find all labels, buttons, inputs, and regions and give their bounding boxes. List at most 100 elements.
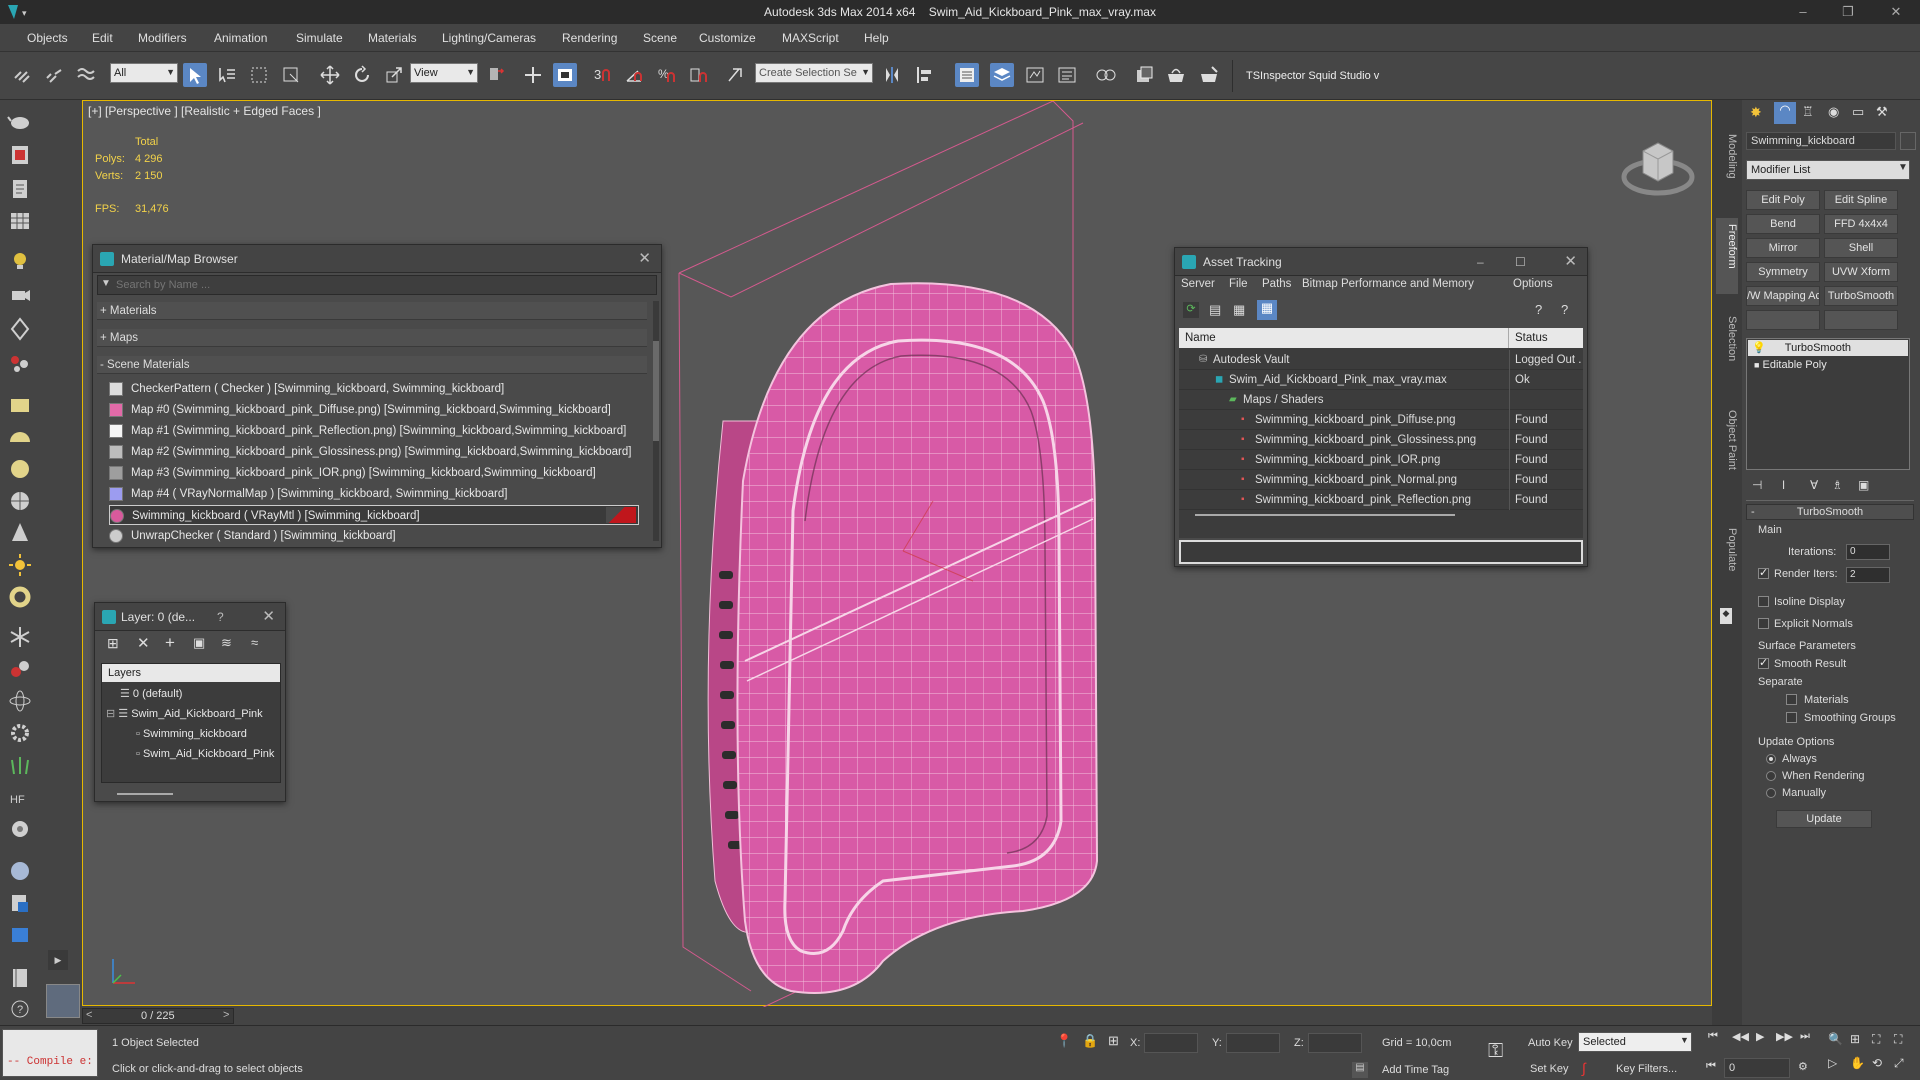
menu-paths[interactable]: Paths [1262, 278, 1291, 290]
viewport-label[interactable]: [+] [Perspective ] [Realistic + Edged Fa… [88, 104, 321, 118]
viewcube-icon[interactable] [1618, 131, 1698, 201]
horizontal-scrollbar[interactable] [1195, 514, 1455, 516]
isoline-display-checkbox[interactable] [1758, 596, 1769, 607]
table-row[interactable]: ▰ Maps / Shaders [1179, 390, 1583, 410]
grass-icon[interactable] [6, 752, 34, 778]
modifier-button-edit-poly[interactable]: Edit Poly [1746, 190, 1820, 210]
layer-object-row[interactable]: ▫ Swimming_kickboard [136, 724, 247, 744]
stack-item-turbosmooth[interactable]: 💡 TurboSmooth [1748, 340, 1908, 356]
list-item[interactable]: CheckerPattern ( Checker ) [Swimming_kic… [109, 379, 639, 399]
utilities-tab-icon[interactable]: ⚒ [1876, 104, 1888, 120]
modifier-button-edit-spline[interactable]: Edit Spline [1824, 190, 1898, 210]
select-manipulate-icon[interactable] [521, 63, 545, 87]
menu-customize[interactable]: Customize [699, 31, 756, 45]
column-header-status[interactable]: Status [1509, 328, 1583, 348]
pan-view-icon[interactable]: ✋ [1850, 1056, 1865, 1070]
update-always-radio[interactable] [1766, 754, 1776, 764]
plane-primitive-icon[interactable] [6, 392, 34, 418]
render-iters-spinner[interactable]: 2 [1846, 567, 1890, 583]
pin-stack-icon[interactable]: ⊣ [1752, 478, 1762, 492]
list-item[interactable]: Map #0 (Swimming_kickboard_pink_Diffuse.… [109, 400, 639, 420]
stack-item-editable-poly[interactable]: ■ Editable Poly [1748, 357, 1908, 373]
time-tag-icon[interactable]: ▤ [1352, 1062, 1368, 1078]
unlink-icon[interactable] [42, 63, 66, 87]
absolute-mode-icon[interactable]: ⊞ [1108, 1033, 1119, 1049]
menu-materials[interactable]: Materials [368, 31, 417, 45]
menu-edit[interactable]: Edit [92, 31, 113, 45]
table-row[interactable]: ▪ Swimming_kickboard_pink_Normal.png Found [1179, 470, 1583, 490]
key-mode-dropdown[interactable]: Selected [1578, 1032, 1692, 1052]
list-item-selected[interactable]: Swimming_kickboard ( VRayMtl ) [Swimming… [109, 505, 639, 525]
hierarchy-tab-icon[interactable]: ♖ [1802, 104, 1814, 120]
previous-frame-icon[interactable]: ◀◀ [1732, 1030, 1749, 1043]
modifier-button-empty[interactable] [1824, 310, 1898, 330]
minimize-button[interactable]: – [1477, 248, 1484, 276]
material-browser-titlebar[interactable]: Material/Map Browser ✕ [93, 245, 661, 273]
percent-snap-icon[interactable]: % [655, 63, 679, 87]
menu-scene[interactable]: Scene [643, 31, 677, 45]
hemisphere-icon[interactable] [6, 424, 34, 450]
teapot-icon[interactable] [6, 108, 34, 134]
maxscript-listener[interactable]: -- Compile e: [2, 1029, 98, 1077]
go-to-start-icon[interactable]: ⏮ [1708, 1030, 1718, 1043]
object-color-swatch[interactable] [1900, 132, 1916, 150]
cog-icon[interactable] [6, 720, 34, 746]
geosphere-icon[interactable] [6, 488, 34, 514]
current-frame-field[interactable]: 0 [1724, 1058, 1790, 1078]
minimize-button[interactable]: – [1783, 0, 1823, 24]
zoom-icon[interactable]: 🔍 [1828, 1032, 1843, 1046]
remove-modifier-icon[interactable]: ♗ [1832, 478, 1843, 492]
scripting-icon[interactable] [6, 890, 34, 916]
configure-modifier-sets-icon[interactable]: ▣ [1858, 478, 1869, 492]
menu-objects[interactable]: Objects [27, 31, 68, 45]
atom-icon[interactable] [6, 688, 34, 714]
time-configuration-icon[interactable]: ⚙ [1798, 1060, 1808, 1073]
time-slider-prev-icon[interactable]: < [86, 1009, 92, 1021]
section-materials[interactable]: + Materials [97, 302, 647, 320]
angle-snap-icon[interactable] [623, 63, 647, 87]
layer-row-default[interactable]: ☰ 0 (default) [120, 684, 182, 704]
menu-maxscript[interactable]: MAXScript [782, 31, 839, 45]
select-by-name-icon[interactable] [215, 63, 239, 87]
help-icon[interactable]: ? [1535, 302, 1542, 317]
render-setup-icon[interactable] [1164, 63, 1188, 87]
highlight-layer-icon[interactable]: ≋ [221, 635, 232, 651]
modifier-button-shell[interactable]: Shell [1824, 238, 1898, 258]
menu-animation[interactable]: Animation [214, 31, 267, 45]
scrollbar[interactable] [653, 301, 659, 541]
menu-modifiers[interactable]: Modifiers [138, 31, 187, 45]
maximize-button[interactable]: ❐ [1828, 0, 1868, 24]
light-bulb-icon[interactable] [6, 248, 34, 274]
section-maps[interactable]: + Maps [97, 329, 647, 347]
y-coordinate-field[interactable] [1226, 1033, 1280, 1053]
maximize-viewport-icon[interactable]: ⤢ [1894, 1056, 1904, 1071]
create-tab-icon[interactable]: ✸ [1750, 104, 1762, 121]
table-row[interactable]: ◼ Swim_Aid_Kickboard_Pink_max_vray.max Ok [1179, 370, 1583, 390]
list-item[interactable]: Map #3 (Swimming_kickboard_pink_IOR.png)… [109, 463, 639, 483]
smooth-result-checkbox[interactable] [1758, 656, 1769, 669]
select-and-move-icon[interactable] [318, 63, 342, 87]
list-item[interactable]: Map #4 ( VRayNormalMap ) [Swimming_kickb… [109, 484, 639, 504]
modifier-button-uvw-mapping[interactable]: /W Mapping Ac [1746, 286, 1820, 306]
menu-simulate[interactable]: Simulate [296, 31, 343, 45]
sun-light-icon[interactable] [6, 552, 34, 578]
separate-materials-checkbox[interactable] [1786, 694, 1797, 705]
close-window-button[interactable]: ✕ [1876, 0, 1916, 24]
menu-rendering[interactable]: Rendering [562, 31, 617, 45]
modifier-list-dropdown[interactable]: Modifier List [1746, 160, 1910, 180]
maximize-button[interactable]: ☐ [1515, 248, 1526, 276]
list-item[interactable]: UnwrapChecker ( Standard ) [Swimming_kic… [109, 526, 639, 546]
chevron-down-icon[interactable]: ▼ [1680, 1035, 1689, 1045]
layer-object-row[interactable]: ▫ Swim_Aid_Kickboard_Pink [136, 744, 274, 764]
select-object-icon[interactable] [183, 63, 207, 87]
clipboard-icon[interactable] [6, 176, 34, 202]
layer-manager-icon[interactable] [990, 63, 1014, 87]
key-icon[interactable]: ⚿ [1488, 1040, 1503, 1063]
close-icon[interactable]: ✕ [638, 245, 651, 273]
torus-icon[interactable] [6, 584, 34, 610]
asset-path-field[interactable] [1179, 540, 1583, 564]
scene-explorer-icon[interactable] [955, 63, 979, 87]
viewport-thumbnail-button[interactable] [46, 984, 80, 1018]
schematic-view-icon[interactable] [1094, 63, 1118, 87]
time-slider[interactable]: < 0 / 225 > [82, 1008, 234, 1024]
